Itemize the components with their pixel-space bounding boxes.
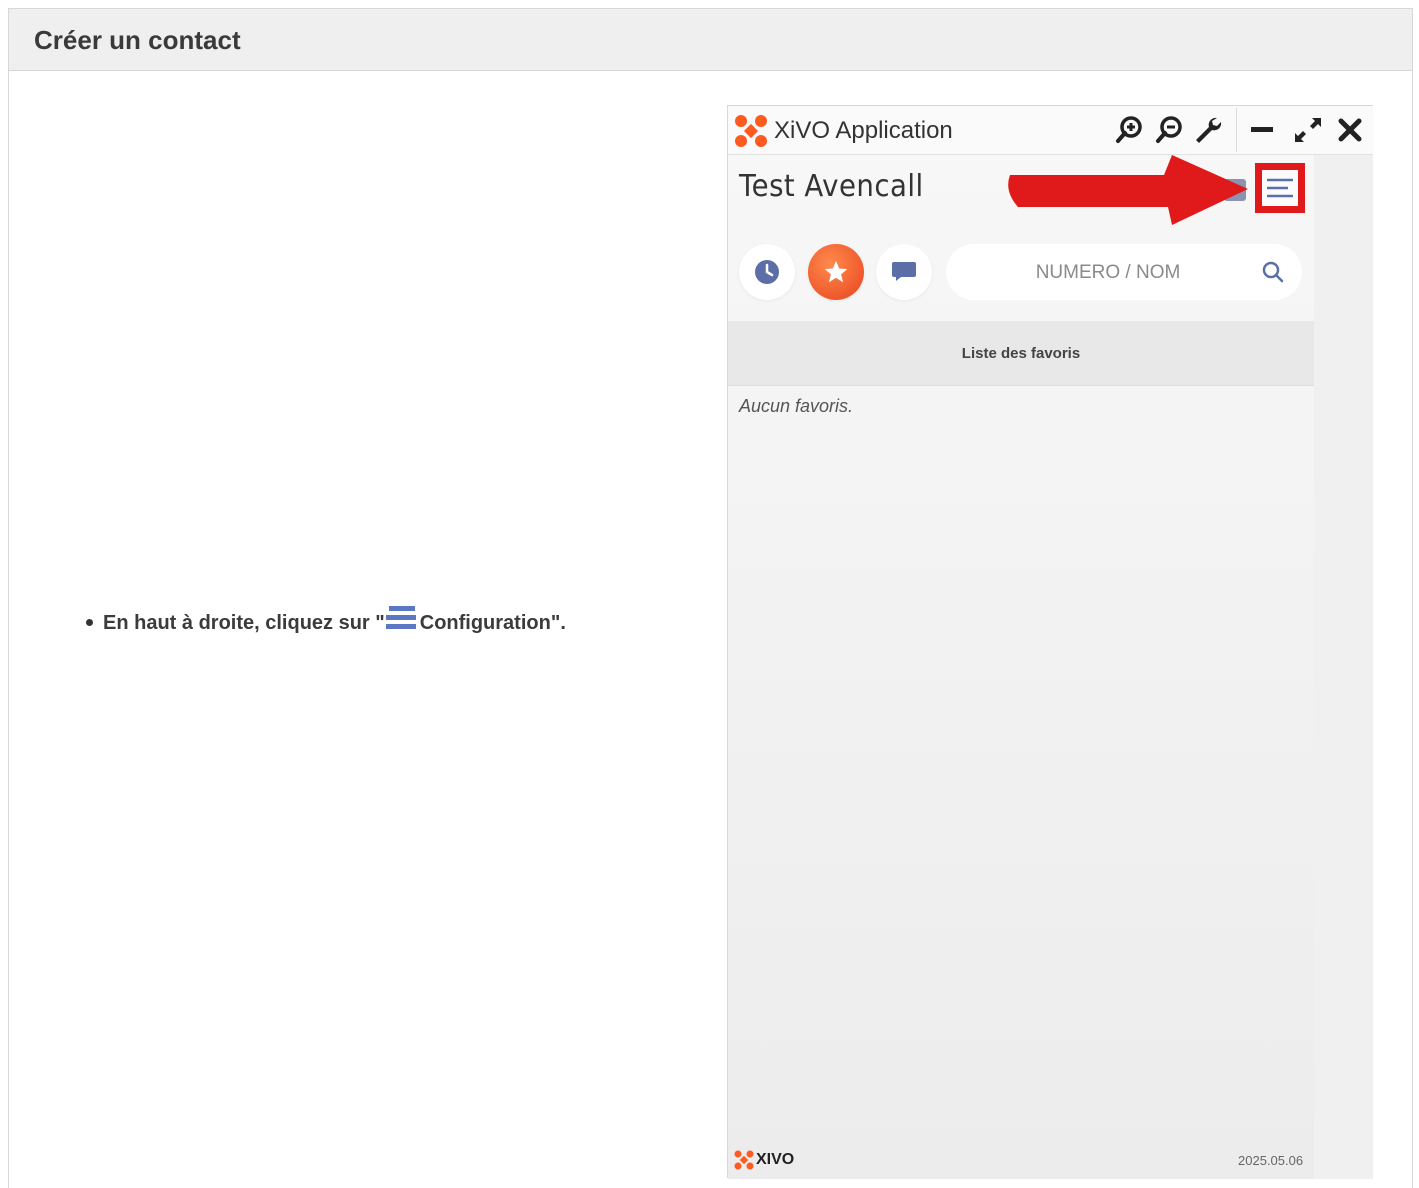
expand-icon[interactable] (1292, 114, 1324, 146)
red-arrow-annotation (1008, 155, 1248, 225)
user-name: Test Avencall (739, 169, 924, 204)
app-content: Test Avencall NUMERO / NOM Liste des fav… (728, 155, 1314, 1179)
history-icon (755, 260, 779, 284)
zoom-out-icon[interactable] (1154, 114, 1186, 146)
tab-history[interactable] (739, 244, 795, 300)
minimize-icon[interactable] (1246, 114, 1278, 146)
xivo-logo-icon (735, 115, 767, 147)
instruction-suffix: Configuration". (419, 612, 566, 634)
empty-favorites-message: Aucun favoris. (739, 396, 854, 416)
menu-button[interactable] (1255, 163, 1305, 213)
favorites-star-icon (824, 261, 848, 283)
tab-favorites[interactable] (808, 244, 864, 300)
bullet-icon (86, 619, 93, 626)
panel-title: Créer un contact (34, 25, 241, 55)
xivo-footer-logo-icon (734, 1150, 754, 1170)
hamburger-menu-icon (1267, 178, 1293, 198)
search-icon[interactable] (1262, 261, 1284, 283)
menu-lines-icon (385, 606, 416, 629)
instruction-item: En haut à droite, cliquez sur " Configur… (86, 605, 566, 635)
tab-chat[interactable] (876, 244, 932, 300)
toolbar-separator (1236, 108, 1237, 152)
instruction-prefix: En haut à droite, cliquez sur " (103, 612, 385, 634)
window-titlebar: XiVO Application (728, 106, 1373, 155)
window-side-strip (1314, 155, 1373, 1179)
panel-header: Créer un contact (9, 9, 1412, 71)
wrench-icon[interactable] (1192, 114, 1224, 146)
chat-icon (892, 262, 916, 281)
footer-version: 2025.05.06 (1238, 1153, 1304, 1168)
search-box (946, 244, 1302, 302)
favorites-header: Liste des favoris (728, 321, 1314, 386)
search-input[interactable] (976, 244, 1240, 302)
xivo-window: XiVO Application Test Avencall NUMERO / … (727, 105, 1373, 1179)
footer-brand: XIVO (756, 1151, 795, 1168)
close-icon[interactable] (1334, 114, 1366, 146)
zoom-in-icon[interactable] (1114, 114, 1146, 146)
window-title: XiVO Application (774, 117, 953, 144)
